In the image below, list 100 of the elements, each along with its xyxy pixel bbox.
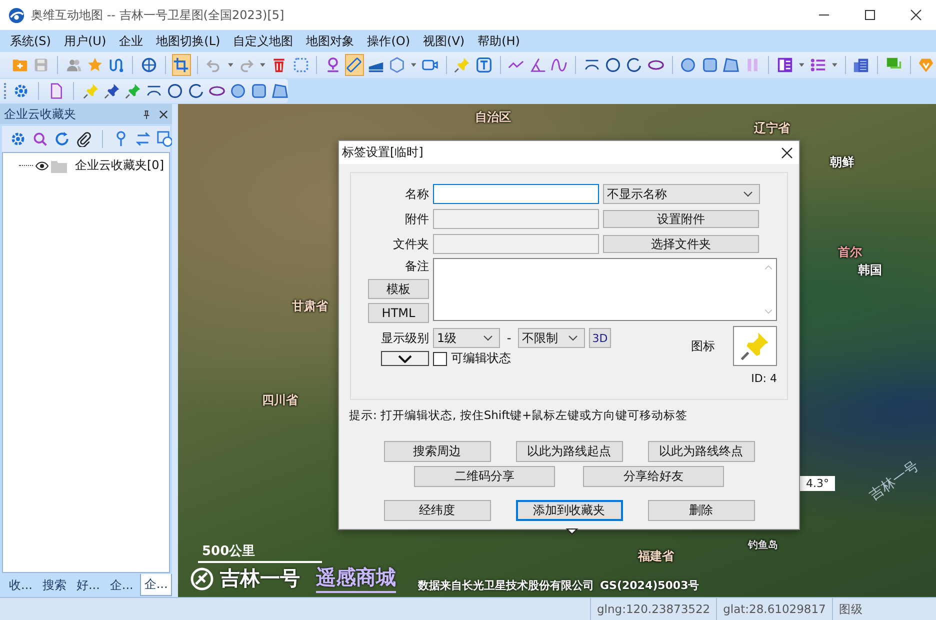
swap-icon[interactable]	[135, 131, 151, 147]
undo-icon	[206, 57, 222, 73]
3d-button[interactable]: 3D	[589, 328, 611, 348]
route-icon	[108, 57, 124, 73]
action-button[interactable]: 搜索周边	[384, 441, 490, 462]
close-icon[interactable]	[910, 9, 922, 21]
caret-icon[interactable]	[260, 63, 266, 67]
menu-item[interactable]: 用户(U)	[64, 32, 106, 50]
scale-bar: 500公里	[198, 542, 322, 563]
menu-item[interactable]: 操作(O)	[367, 32, 410, 50]
action-button[interactable]: 添加到收藏夹	[516, 500, 622, 521]
settings-icon[interactable]	[10, 131, 26, 147]
maximize-icon[interactable]	[864, 9, 876, 21]
caret-icon[interactable]	[798, 63, 804, 67]
pushpin-icon[interactable]	[83, 83, 99, 99]
hexagon-icon	[389, 57, 406, 73]
action-button[interactable]: 删除	[648, 500, 754, 521]
search-icon[interactable]	[32, 131, 48, 147]
close-icon[interactable]	[781, 146, 793, 158]
range-dash: -	[506, 331, 512, 345]
page-icon[interactable]	[48, 83, 64, 99]
down-triangle-icon[interactable]	[566, 528, 578, 535]
star-icon	[87, 57, 104, 73]
location-pin-icon	[325, 57, 341, 73]
panel-tab[interactable]: 搜索	[39, 574, 70, 596]
icon-picker[interactable]	[733, 326, 777, 366]
action-button[interactable]: 以此为路线起点	[516, 441, 622, 462]
map-label: 首尔	[838, 244, 862, 261]
angle-tag: 4.3°	[798, 476, 835, 491]
caret-icon[interactable]	[411, 63, 416, 67]
tool-button[interactable]	[344, 54, 364, 76]
panel-icon	[777, 57, 794, 73]
action-button[interactable]: 分享给好友	[583, 466, 724, 487]
template-button[interactable]: 模板	[368, 279, 429, 299]
buildings-icon	[853, 57, 870, 73]
caret-icon[interactable]	[228, 63, 233, 67]
action-button[interactable]: 二维码分享	[414, 466, 555, 487]
checkbox-label: 可编辑状态	[451, 350, 511, 367]
menu-item[interactable]: 帮助(H)	[478, 32, 520, 50]
field-label: 附件	[404, 210, 429, 228]
name-field[interactable]	[433, 184, 599, 204]
set-attachment-button[interactable]: 设置附件	[603, 210, 759, 228]
menu-item[interactable]: 企业	[119, 32, 144, 50]
status-field: glng:120.23873522	[590, 598, 716, 620]
max-level-select[interactable]: 不限制	[518, 328, 585, 348]
pushpin-icon	[740, 331, 770, 361]
folder-icon	[51, 158, 67, 172]
pushpin-icon[interactable]	[125, 83, 141, 99]
hint-text: 提示: 打开编辑状态, 按住Shift键+鼠标左键或方向键可移动标签	[349, 408, 689, 423]
filled-square-icon	[702, 57, 718, 73]
redo-icon	[238, 57, 254, 73]
filled-circle-icon[interactable]	[230, 83, 246, 99]
map-label: 辽宁省	[754, 120, 790, 137]
caret-icon[interactable]	[832, 63, 837, 67]
menu-item[interactable]: 视图(V)	[423, 32, 465, 50]
chevron-icon	[568, 335, 578, 341]
circle-icon	[605, 57, 622, 73]
name-display-select[interactable]: 不显示名称	[603, 184, 760, 204]
pushpin-icon[interactable]	[104, 83, 120, 99]
tool-button[interactable]	[172, 54, 192, 76]
shape-icon[interactable]	[157, 131, 173, 147]
close-icon[interactable]	[159, 110, 168, 118]
panel-tab[interactable]: 好...	[73, 574, 103, 596]
shop-link[interactable]: 遥感商城	[316, 564, 396, 593]
html-button[interactable]: HTML	[368, 303, 429, 323]
status-field: 图级	[832, 598, 869, 620]
filled-circle-icon	[680, 57, 696, 73]
crop-icon	[173, 57, 190, 73]
pin-icon[interactable]	[142, 110, 151, 118]
ellipse-icon	[648, 57, 664, 73]
refresh-icon[interactable]	[54, 131, 70, 147]
window-title: 奥维互动地图 -- 吉林一号卫星图(全国2023)[5]	[31, 6, 284, 24]
action-button[interactable]: 以此为路线终点	[648, 441, 754, 462]
tree-item[interactable]: 企业云收藏夹[0]	[75, 157, 164, 174]
filled-polygon-icon	[723, 57, 740, 73]
satellite-map[interactable]	[178, 104, 936, 597]
choose-folder-button[interactable]: 选择文件夹	[603, 235, 759, 253]
editable-checkbox[interactable]	[433, 352, 447, 366]
ellipse-icon[interactable]	[209, 83, 225, 99]
chevron-icon	[398, 354, 412, 362]
panel-title: 企业云收藏夹	[4, 106, 76, 122]
menu-item[interactable]: 自定义地图	[233, 32, 294, 50]
filled-polygon-icon[interactable]	[272, 83, 288, 99]
pushpin-icon	[454, 57, 470, 73]
paperclip-icon[interactable]	[76, 131, 92, 147]
field-label: 显示级别	[380, 330, 429, 346]
eye-icon[interactable]	[35, 160, 49, 170]
action-button[interactable]: 经纬度	[384, 500, 490, 521]
panel-tab[interactable]: 企...	[140, 574, 172, 596]
menu-item[interactable]: 地图对象	[306, 32, 354, 50]
map-label: 朝鲜	[830, 154, 854, 171]
circle-icon[interactable]	[167, 83, 183, 99]
filled-square-icon[interactable]	[251, 83, 267, 99]
expand-button[interactable]	[381, 351, 429, 366]
settings-icon[interactable]	[13, 83, 29, 99]
panel-tab[interactable]: 收...	[6, 574, 36, 596]
min-level-select[interactable]: 1级	[433, 328, 500, 348]
menu-item[interactable]: 系统(S)	[10, 32, 51, 50]
menu-item[interactable]: 地图切换(L)	[156, 32, 220, 50]
panel-tab[interactable]: 企...	[106, 574, 136, 596]
